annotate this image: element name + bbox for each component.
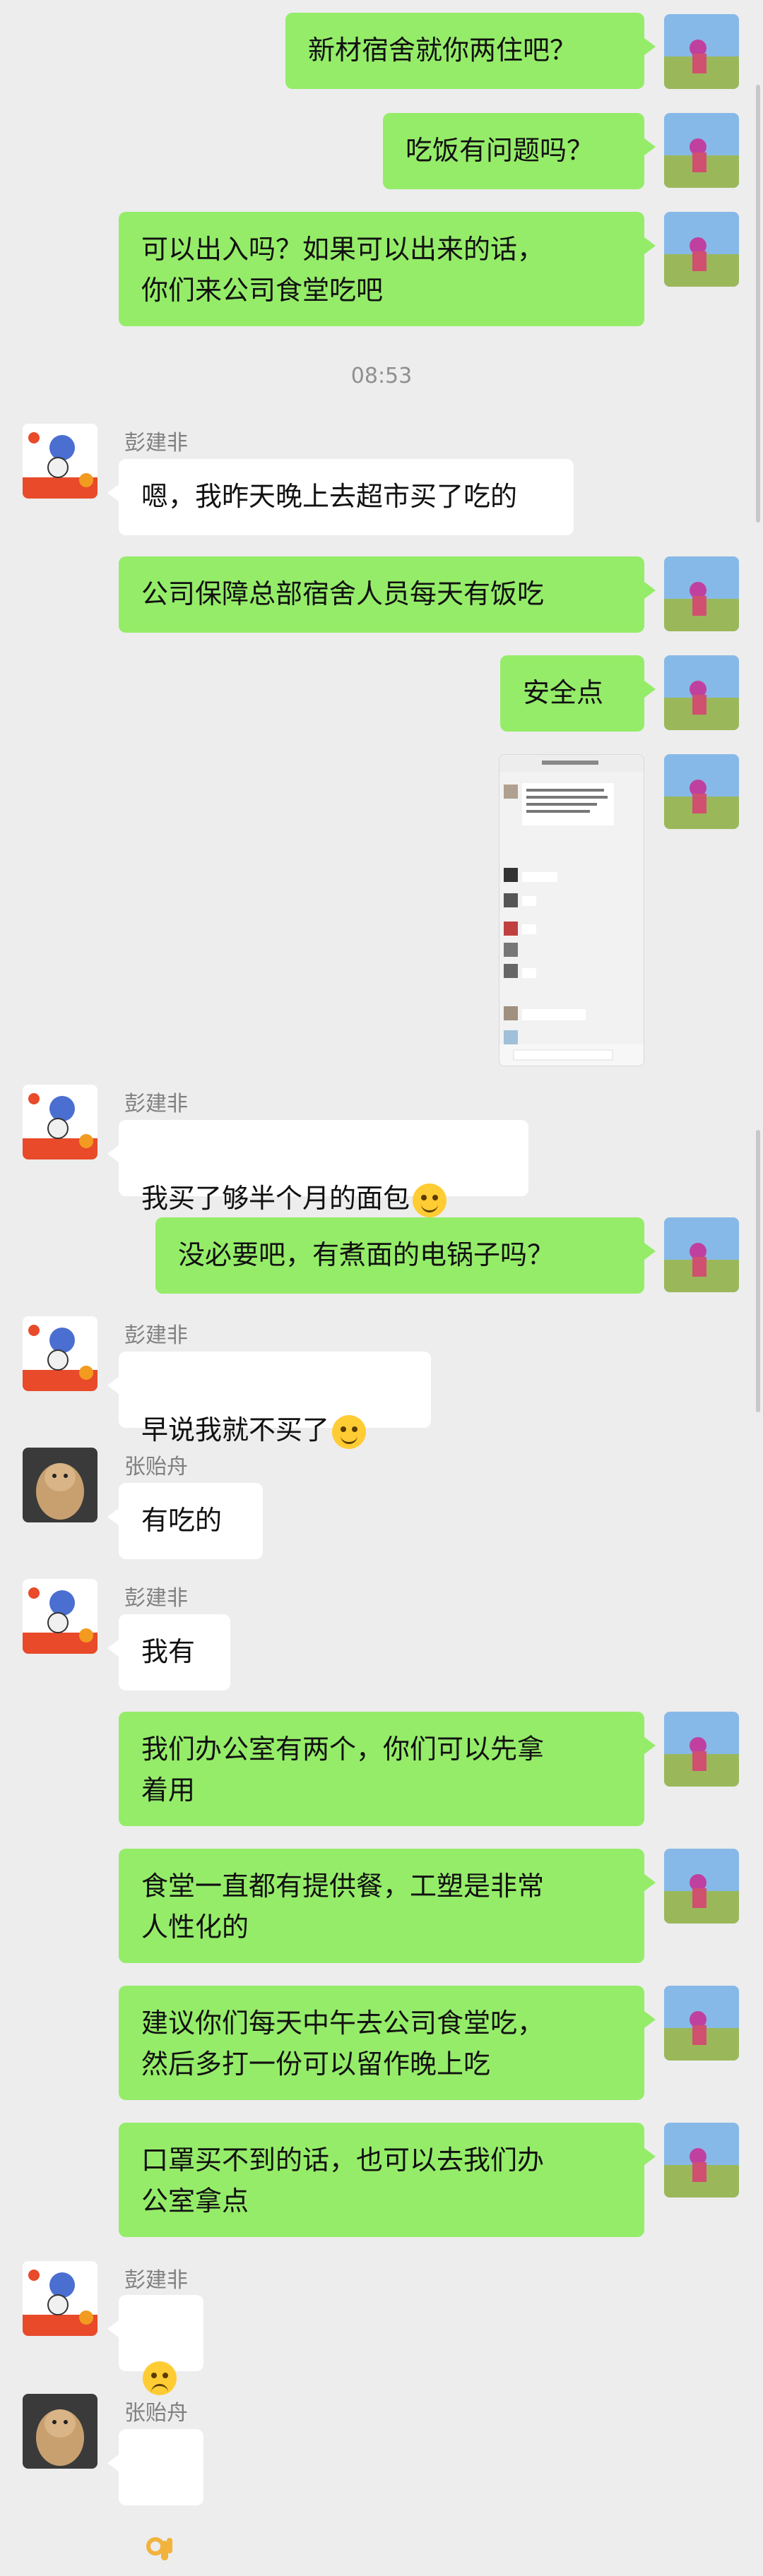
sender-name: 彭建非	[124, 1092, 188, 1116]
sender-name: 张贻舟	[124, 2401, 188, 2426]
sent-message-1[interactable]: 新材宿舍就你两住吧？	[285, 13, 656, 89]
avatar-me[interactable]	[664, 655, 739, 730]
sent-message-6[interactable]: 安全点	[500, 655, 656, 732]
avatar-me[interactable]	[664, 1849, 739, 1924]
avatar-peng[interactable]	[23, 1579, 97, 1654]
message-text: 早说我就不买了	[141, 1414, 330, 1445]
avatar-me[interactable]	[664, 1986, 739, 2061]
scrollbar-segment[interactable]	[756, 1130, 760, 1412]
avatar-me[interactable]	[664, 14, 739, 89]
received-message-17[interactable]	[107, 2295, 203, 2395]
avatar-me[interactable]	[664, 754, 739, 829]
sent-message-2[interactable]: 吃饭有问题吗？	[383, 113, 656, 189]
sent-message-16[interactable]: 口罩买不到的话，也可以去我们办 公室拿点	[119, 2123, 656, 2237]
received-message-18[interactable]	[107, 2429, 203, 2560]
sent-message-13[interactable]: 我们办公室有两个，你们可以先拿 着用	[119, 1712, 656, 1826]
avatar-peng[interactable]	[23, 424, 97, 499]
laughing-tears-emoji	[332, 1414, 367, 1449]
sent-message-9[interactable]: 没必要吧，有煮面的电锅子吗？	[155, 1217, 656, 1294]
avatar-me[interactable]	[664, 556, 739, 631]
received-message-8[interactable]: 我买了够半个月的面包	[107, 1120, 528, 1217]
message-text: 我买了够半个月的面包	[141, 1183, 410, 1214]
avatar-me[interactable]	[664, 1712, 739, 1787]
avatar-me[interactable]	[664, 113, 739, 188]
sent-message-15[interactable]: 建议你们每天中午去公司食堂吃， 然后多打一份可以留作晚上吃	[119, 1986, 656, 2100]
sent-image-screenshot[interactable]	[499, 754, 644, 1066]
thinking-emoji	[143, 2361, 177, 2395]
avatar-me[interactable]	[664, 212, 739, 287]
timestamp-divider: 08:53	[350, 364, 413, 388]
received-message-4[interactable]: 嗯，我昨天晚上去超市买了吃的	[107, 459, 574, 535]
avatar-peng[interactable]	[23, 1085, 97, 1159]
sender-name: 彭建非	[124, 431, 188, 455]
ok-hand-emoji	[143, 2490, 177, 2560]
received-message-12[interactable]: 我有	[107, 1614, 230, 1690]
sent-message-3[interactable]: 可以出入吗？如果可以出来的话， 你们来公司食堂吃吧	[119, 212, 656, 326]
sender-name: 张贻舟	[124, 1455, 188, 1479]
avatar-zhang[interactable]	[23, 1448, 97, 1522]
sender-name: 彭建非	[124, 1323, 188, 1348]
received-message-11[interactable]: 有吃的	[107, 1483, 263, 1559]
sent-message-14[interactable]: 食堂一直都有提供餐，工塑是非常 人性化的	[119, 1849, 656, 1963]
avatar-peng[interactable]	[23, 2261, 97, 2336]
sender-name: 彭建非	[124, 2268, 188, 2293]
avatar-me[interactable]	[664, 2123, 739, 2198]
avatar-peng[interactable]	[23, 1316, 97, 1391]
sent-message-5[interactable]: 公司保障总部宿舍人员每天有饭吃	[119, 556, 656, 633]
sender-name: 彭建非	[124, 1586, 188, 1611]
scrollbar[interactable]	[756, 85, 760, 523]
laughing-tears-emoji	[413, 1183, 447, 1217]
received-message-10[interactable]: 早说我就不买了	[107, 1352, 431, 1449]
avatar-zhang[interactable]	[23, 2394, 97, 2469]
avatar-me[interactable]	[664, 1217, 739, 1292]
